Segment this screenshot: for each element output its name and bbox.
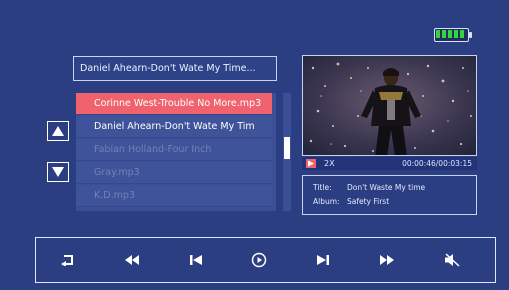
title-label: Title: xyxy=(313,183,332,192)
playback-speed: 2X xyxy=(324,159,335,168)
play-icon xyxy=(251,252,267,268)
album-value: Safety First xyxy=(347,197,390,206)
playlist-item[interactable]: Fabian Holland-Four Inch xyxy=(76,139,272,161)
scrollbar-thumb[interactable] xyxy=(284,137,290,159)
playlist-scrollbar[interactable] xyxy=(283,93,291,211)
video-status-bar: 2X 00:00:46/00:03:15 xyxy=(302,157,477,170)
playlist: Corinne West-Trouble No More.mp3 Daniel … xyxy=(76,93,276,211)
battery-icon xyxy=(434,28,472,42)
fast-forward-icon xyxy=(380,255,394,265)
previous-button[interactable] xyxy=(176,238,216,282)
video-thumbnail-image xyxy=(303,56,476,155)
title-value: Don't Waste My time xyxy=(347,183,426,192)
next-icon xyxy=(317,255,329,265)
playlist-item[interactable]: Gray.mp3 xyxy=(76,162,272,184)
rewind-icon xyxy=(125,255,139,265)
rewind-button[interactable] xyxy=(112,238,152,282)
playlist-item[interactable]: K.D.mp3 xyxy=(76,185,272,207)
play-button[interactable] xyxy=(239,238,279,282)
next-button[interactable] xyxy=(303,238,343,282)
return-button[interactable] xyxy=(48,238,88,282)
triangle-up-icon xyxy=(52,126,64,136)
now-playing-title: Daniel Ahearn-Don't Wate My Time... xyxy=(73,56,277,81)
playback-time: 00:00:46/00:03:15 xyxy=(402,159,472,168)
media-player-screen: Daniel Ahearn-Don't Wate My Time... Cori… xyxy=(0,0,509,290)
playback-speed-icon xyxy=(306,159,316,168)
scroll-down-button[interactable] xyxy=(47,162,69,182)
playlist-item[interactable]: Daniel Ahearn-Don't Wate My Tim xyxy=(76,116,272,138)
previous-icon xyxy=(190,255,202,265)
playlist-item[interactable]: Corinne West-Trouble No More.mp3 xyxy=(76,93,272,115)
mute-icon xyxy=(445,253,460,267)
triangle-down-icon xyxy=(52,167,64,177)
scroll-up-button[interactable] xyxy=(47,121,69,141)
video-preview xyxy=(302,55,477,156)
control-bar xyxy=(35,237,496,283)
return-icon xyxy=(61,255,73,266)
track-info-panel: Title: Don't Waste My time Album: Safety F… xyxy=(302,175,477,215)
mute-button[interactable] xyxy=(432,238,472,282)
fast-forward-button[interactable] xyxy=(367,238,407,282)
album-label: Album: xyxy=(313,197,340,206)
